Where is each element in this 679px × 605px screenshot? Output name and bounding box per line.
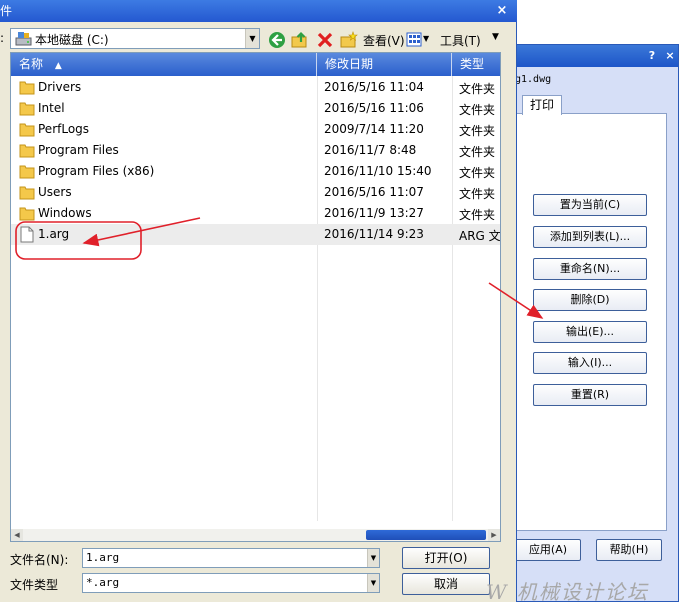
file-name: Drivers	[38, 80, 82, 94]
list-item[interactable]: Program Files (x86) 2016/11/10 15:40 文件夹	[11, 161, 500, 182]
file-name: Program Files (x86)	[38, 164, 155, 178]
set-current-button[interactable]: 置为当前(C)	[533, 194, 647, 216]
file-name: PerfLogs	[38, 122, 90, 136]
help-icon[interactable]: ?	[644, 48, 660, 64]
filetype-label: 文件类型	[10, 578, 59, 592]
folder-icon	[19, 207, 35, 221]
folder-icon	[19, 81, 35, 95]
chevron-down-icon[interactable]: ▼	[245, 29, 259, 48]
file-list[interactable]: 名称 ▲ 修改日期 类型 Drivers 2016/5/16 11:04 文件夹…	[10, 52, 501, 542]
file-date: 2016/5/16 11:06	[324, 101, 424, 115]
file-date: 2016/5/16 11:04	[324, 80, 424, 94]
watermark: W 机械设计论坛	[486, 580, 649, 604]
file-name: Intel	[38, 101, 65, 115]
folder-icon	[19, 186, 35, 200]
tab-print[interactable]: 打印	[522, 95, 562, 115]
file-date: 2016/11/7 8:48	[324, 143, 417, 157]
close-icon[interactable]: ×	[662, 48, 678, 64]
file-open-dialog: 件 × : 本地磁盘 (C:) ▼ 查看(V) ▼ 工具(T) ▼ 名称 ▲ 修…	[0, 0, 517, 602]
scrollbar-thumb[interactable]	[366, 530, 486, 540]
hard-drive-icon	[15, 32, 32, 46]
document-icon	[20, 226, 34, 243]
file-type: 文件夹	[459, 103, 496, 117]
file-name: 1.arg	[38, 227, 70, 241]
file-type: 文件夹	[459, 208, 496, 222]
chevron-down-icon[interactable]: ▼	[492, 32, 499, 42]
list-item[interactable]: Program Files 2016/11/7 8:48 文件夹	[11, 140, 500, 161]
list-item[interactable]: 1.arg 2016/11/14 9:23 ARG 文件	[11, 224, 501, 245]
file-type: 文件夹	[459, 145, 496, 159]
apply-button[interactable]: 应用(A)	[515, 539, 581, 561]
folder-icon	[19, 144, 35, 158]
column-header-name[interactable]: 名称 ▲	[11, 53, 317, 76]
open-button[interactable]: 打开(O)	[402, 547, 490, 569]
column-header-type[interactable]: 类型	[452, 53, 500, 76]
delete-icon[interactable]	[316, 31, 334, 49]
list-item[interactable]: Drivers 2016/5/16 11:04 文件夹	[11, 77, 500, 98]
filename-field[interactable]: 1.arg ▼	[82, 548, 380, 568]
view-menu[interactable]: 查看(V)	[363, 32, 405, 49]
file-type: 文件夹	[459, 166, 496, 180]
close-icon[interactable]: ×	[494, 3, 510, 19]
file-date: 2016/11/10 15:40	[324, 164, 432, 178]
list-item[interactable]: Users 2016/5/16 11:07 文件夹	[11, 182, 500, 203]
list-item[interactable]: Intel 2016/5/16 11:06 文件夹	[11, 98, 500, 119]
tools-menu[interactable]: 工具(T)	[440, 32, 481, 49]
lookin-label: :	[0, 31, 5, 45]
file-type: ARG 文件	[459, 229, 501, 243]
file-name: Program Files	[38, 143, 119, 157]
list-item[interactable]: PerfLogs 2009/7/14 11:20 文件夹	[11, 119, 500, 140]
export-button[interactable]: 输出(E)...	[533, 321, 647, 343]
import-button[interactable]: 输入(I)...	[533, 352, 647, 374]
scroll-left-icon[interactable]: ◀	[11, 529, 23, 541]
filetype-value: *.arg	[86, 576, 120, 589]
column-header-label: 名称	[19, 57, 44, 71]
page-setup-dialog: ? × g1.dwg 打印 置为当前(C) 添加到列表(L)... 重命名(N)…	[500, 44, 679, 602]
cancel-button[interactable]: 取消	[402, 573, 490, 595]
up-folder-icon[interactable]	[291, 31, 309, 49]
list-item[interactable]: Windows 2016/11/9 13:27 文件夹	[11, 203, 500, 224]
chevron-down-icon[interactable]: ▼	[423, 34, 429, 43]
chevron-down-icon[interactable]: ▼	[367, 574, 379, 592]
back-icon[interactable]	[268, 31, 286, 49]
filetype-select[interactable]: *.arg ▼	[82, 573, 380, 593]
rename-button[interactable]: 重命名(N)...	[533, 258, 647, 280]
lookin-combo[interactable]: 本地磁盘 (C:) ▼	[10, 28, 260, 49]
sort-up-icon: ▲	[54, 61, 62, 71]
filename-label: 文件名(N):	[10, 553, 69, 567]
file-type: 文件夹	[459, 124, 496, 138]
file-type: 文件夹	[459, 187, 496, 201]
file-dialog-titlebar: 件 ×	[0, 0, 517, 22]
scroll-right-icon[interactable]: ▶	[488, 529, 500, 541]
drawing-filename: g1.dwg	[515, 74, 552, 85]
new-folder-icon[interactable]	[340, 31, 358, 49]
page-setup-panel: 置为当前(C) 添加到列表(L)... 重命名(N)... 删除(D) 输出(E…	[515, 113, 667, 531]
delete-button[interactable]: 删除(D)	[533, 289, 647, 311]
folder-icon	[19, 123, 35, 137]
file-type: 文件夹	[459, 82, 496, 96]
file-name: Users	[38, 185, 72, 199]
list-header: 名称 ▲ 修改日期 类型	[11, 53, 500, 76]
file-date: 2016/5/16 11:07	[324, 185, 424, 199]
chevron-down-icon[interactable]: ▼	[367, 549, 379, 567]
folder-icon	[19, 102, 35, 116]
folder-icon	[19, 165, 35, 179]
lookin-value: 本地磁盘 (C:)	[35, 33, 109, 47]
file-date: 2016/11/14 9:23	[324, 227, 424, 241]
page-setup-titlebar: ? ×	[501, 45, 678, 67]
add-to-list-button[interactable]: 添加到列表(L)...	[533, 226, 647, 248]
file-name: Windows	[38, 206, 92, 220]
view-list-icon[interactable]	[406, 31, 424, 49]
column-header-date[interactable]: 修改日期	[317, 53, 452, 76]
filename-value: 1.arg	[86, 551, 120, 564]
help-button[interactable]: 帮助(H)	[596, 539, 662, 561]
reset-button[interactable]: 重置(R)	[533, 384, 647, 406]
horizontal-scrollbar[interactable]: ◀ ▶	[11, 529, 500, 541]
dialog-title: 件	[0, 4, 13, 18]
file-date: 2009/7/14 11:20	[324, 122, 424, 136]
file-date: 2016/11/9 13:27	[324, 206, 424, 220]
